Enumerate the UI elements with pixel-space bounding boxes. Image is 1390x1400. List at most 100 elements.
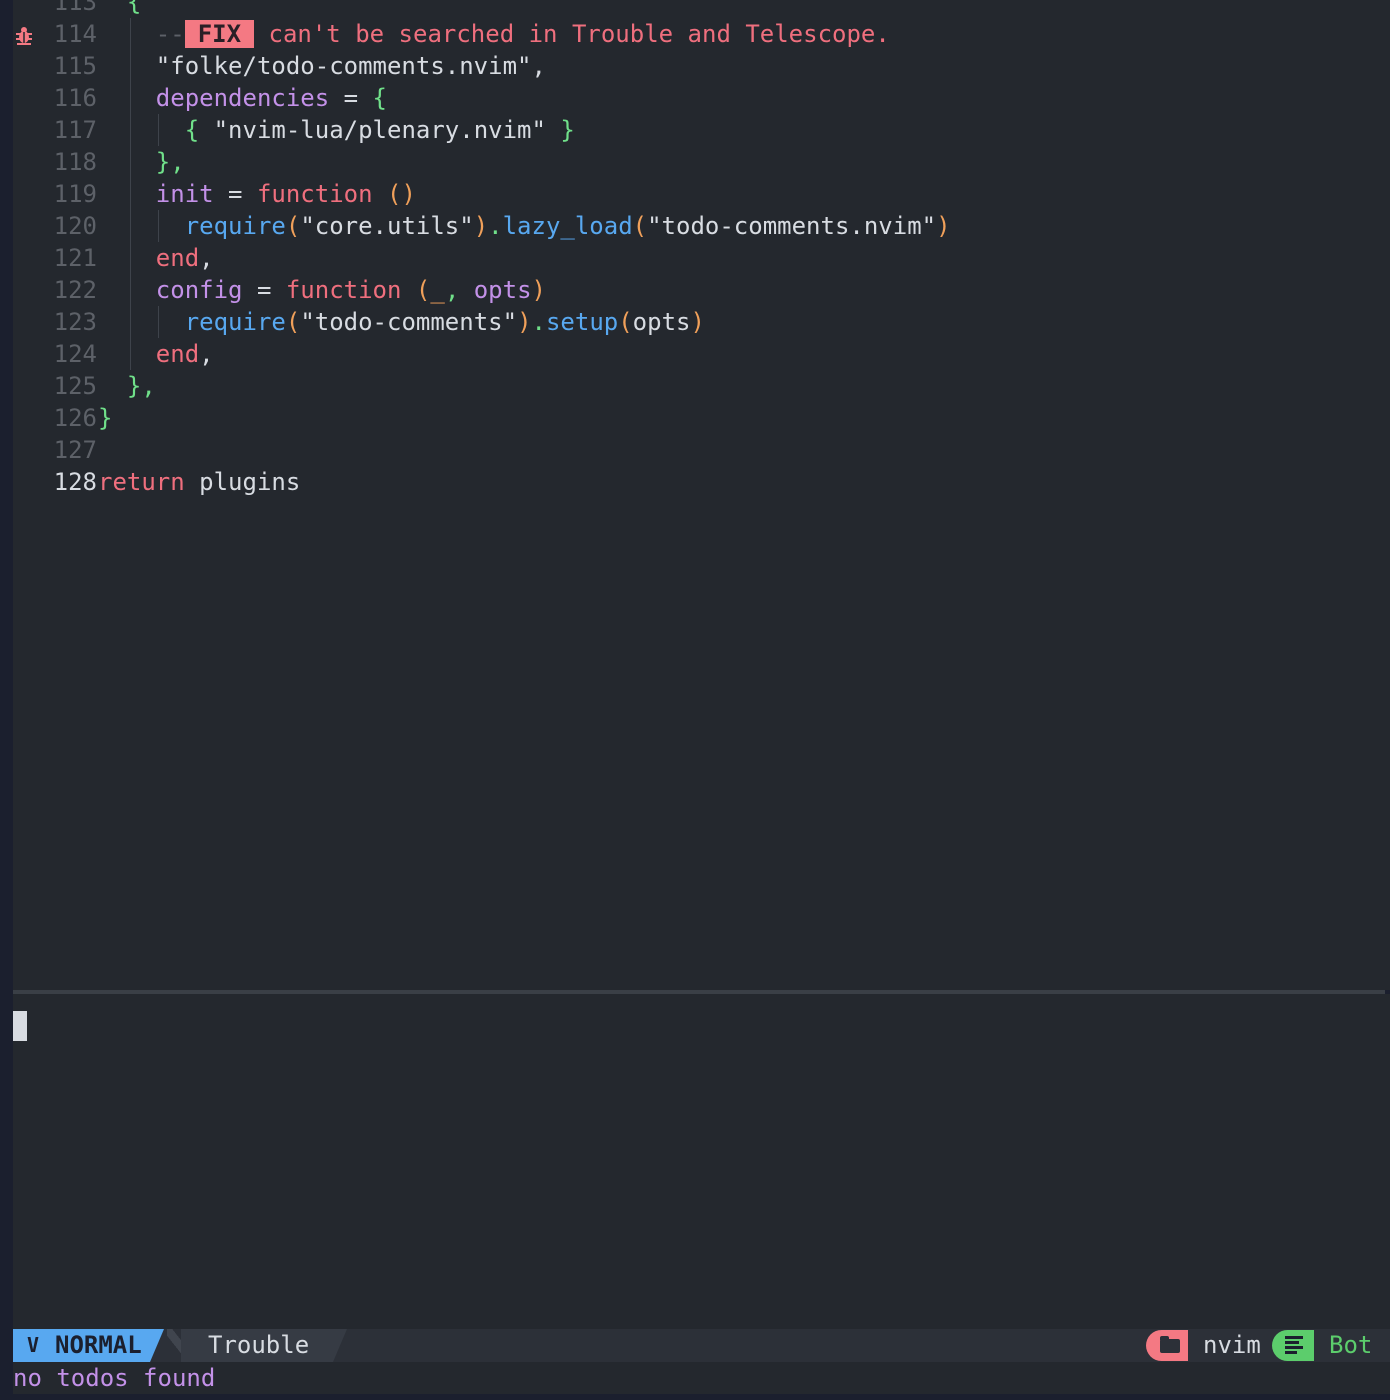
indent-guide xyxy=(158,210,159,242)
comment-marker: -- xyxy=(155,20,185,48)
code-token: . xyxy=(531,308,546,336)
line-code: require("todo-comments").setup(opts) xyxy=(98,306,705,338)
code-token: . xyxy=(488,212,503,240)
statusline: V NORMAL Trouble nvim Bot xyxy=(13,1329,1390,1362)
code-token: = xyxy=(329,84,373,112)
code-token: ( xyxy=(618,308,633,336)
code-token: require xyxy=(184,308,286,336)
code-token: }, xyxy=(126,372,156,400)
editor-line[interactable]: 123 require("todo-comments").setup(opts) xyxy=(13,306,1390,338)
editor-pane[interactable]: 113 {114 -- FIX can't be searched in Trou… xyxy=(13,0,1390,990)
command-line-message: no todos found xyxy=(13,1364,216,1392)
code-token: = xyxy=(242,276,286,304)
line-code: return plugins xyxy=(98,466,300,498)
code-token: _ xyxy=(430,276,445,304)
code-token: , xyxy=(199,340,214,368)
code-token: opts xyxy=(632,308,691,336)
code-token: lazy_load xyxy=(502,212,633,240)
mode-label: NORMAL xyxy=(55,1331,142,1359)
editor-line[interactable]: 121 end, xyxy=(13,242,1390,274)
code-token: config xyxy=(155,276,243,304)
line-code: { "nvim-lua/plenary.nvim" } xyxy=(98,114,575,146)
line-code: }, xyxy=(98,146,185,178)
line-number: 123 xyxy=(53,308,97,336)
line-code: -- FIX can't be searched in Trouble and T… xyxy=(98,18,890,50)
code-token: "core.utils" xyxy=(300,212,474,240)
line-code: { xyxy=(98,0,141,18)
code-token: ( xyxy=(285,308,301,336)
code-token: ( xyxy=(401,276,431,304)
line-number: 116 xyxy=(53,84,97,112)
code-token: "nvim-lua/plenary.nvim" xyxy=(199,116,561,144)
command-line[interactable]: no todos found xyxy=(13,1362,1390,1394)
code-token: ) xyxy=(531,276,546,304)
code-token: "todo-comments" xyxy=(300,308,518,336)
code-token: } xyxy=(98,404,113,432)
vim-logo-icon: V xyxy=(27,1333,40,1357)
editor-line[interactable]: 125 }, xyxy=(13,370,1390,402)
code-token: } xyxy=(560,116,575,144)
editor-line[interactable]: 118 }, xyxy=(13,146,1390,178)
trouble-panel[interactable] xyxy=(13,994,1390,1329)
editor-line[interactable]: 124 end, xyxy=(13,338,1390,370)
editor-line[interactable]: 126} xyxy=(13,402,1390,434)
line-code: end, xyxy=(98,242,214,274)
file-lines-icon xyxy=(1285,1336,1303,1356)
code-token: return xyxy=(98,468,185,496)
line-code: "folke/todo-comments.nvim", xyxy=(98,50,546,82)
line-code: init = function () xyxy=(98,178,416,210)
line-number: 120 xyxy=(53,212,97,240)
editor-line[interactable]: 127 xyxy=(13,434,1390,466)
filetype-label: Trouble xyxy=(208,1331,310,1359)
cwd-label: nvim xyxy=(1203,1331,1261,1359)
editor-line[interactable]: 120 require("core.utils").lazy_load("tod… xyxy=(13,210,1390,242)
line-number: 113 xyxy=(53,0,97,16)
filetype-separator xyxy=(333,1329,347,1362)
code-token: { xyxy=(126,0,142,16)
line-number: 119 xyxy=(53,180,97,208)
code-token: function xyxy=(256,180,373,208)
folder-icon xyxy=(1160,1336,1180,1353)
line-number: 122 xyxy=(53,276,97,304)
code-token: setup xyxy=(545,308,619,336)
line-code: }, xyxy=(98,370,156,402)
code-token: , xyxy=(444,276,474,304)
code-token: can't be searched in Trouble and Telesco… xyxy=(254,20,890,48)
editor-line[interactable]: 114 -- FIX can't be searched in Trouble a… xyxy=(13,18,1390,50)
code-token: end xyxy=(155,340,200,368)
code-token: end xyxy=(155,244,200,272)
line-number: 115 xyxy=(53,52,97,80)
code-token: ) xyxy=(473,212,489,240)
code-token: ) xyxy=(517,308,532,336)
code-token: "todo-comments.nvim" xyxy=(647,212,937,240)
folder-badge xyxy=(1146,1330,1188,1361)
line-number: 127 xyxy=(53,436,97,464)
editor-line[interactable]: 128 return plugins xyxy=(13,466,1390,498)
editor-line[interactable]: 119 init = function () xyxy=(13,178,1390,210)
editor-line[interactable]: 113 { xyxy=(13,0,1390,18)
bug-icon xyxy=(13,18,35,50)
code-token: ) xyxy=(690,308,705,336)
editor-line[interactable]: 116 dependencies = { xyxy=(13,82,1390,114)
code-token: init xyxy=(155,180,214,208)
code-token: opts xyxy=(473,276,532,304)
line-code: end, xyxy=(98,338,214,370)
code-token: { xyxy=(372,84,387,112)
code-token: () xyxy=(372,180,416,208)
editor-line[interactable]: 122 config = function (_, opts) xyxy=(13,274,1390,306)
editor-line[interactable]: 115 "folke/todo-comments.nvim", xyxy=(13,50,1390,82)
line-number: 114 xyxy=(53,20,97,48)
line-number: 128 xyxy=(53,468,97,496)
editor-line[interactable]: 117 { "nvim-lua/plenary.nvim" } xyxy=(13,114,1390,146)
position-badge xyxy=(1272,1330,1314,1361)
